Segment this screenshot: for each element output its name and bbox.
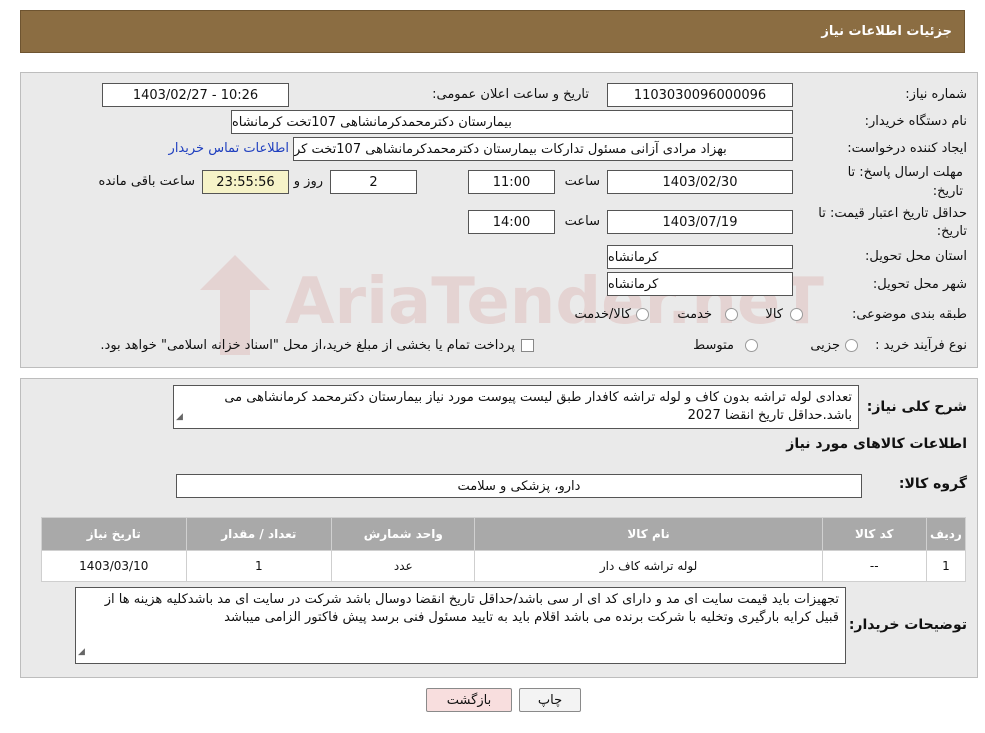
category-service-label: خدمت [677,307,712,322]
announce-label: تاریخ و ساعت اعلان عمومی: [432,87,589,102]
print-button[interactable]: چاپ [519,688,581,712]
cell-row: 1 [925,550,967,582]
creator-field: بهزاد مرادی آزانی مسئول تداركات بیمارستا… [293,137,793,161]
validity-time-field: 14:00 [468,210,555,234]
items-table: ردیف کد کالا نام کالا واحد شمارش تعداد /… [41,517,967,582]
process-medium-radio[interactable] [745,339,758,352]
category-goods-radio[interactable] [790,308,803,321]
city-label: شهر محل تحویل: [872,277,967,292]
cell-unit: عدد [331,550,476,582]
process-medium-label: متوسط [693,338,734,353]
creator-label: ایجاد کننده درخواست: [847,141,967,156]
cell-date: 1403/03/10 [41,550,187,582]
buyer-contact-link[interactable]: اطلاعات تماس خریدار [169,141,289,156]
province-field: کرمانشاه [607,245,793,269]
resize-grip-icon[interactable]: ◢ [78,643,85,661]
validity-time-label: ساعت [564,214,600,229]
description-text: تعدادی لوله تراشه بدون کاف و لوله تراشه … [224,390,852,423]
cell-qty: 1 [185,550,333,582]
category-goods-service-label: کالا/خدمت [574,307,631,322]
page-header: جزئیات اطلاعات نیاز [20,10,965,53]
treasury-checkbox[interactable] [521,339,534,352]
description-label: شرح کلی نیاز: [866,399,967,415]
remaining-time-label: ساعت باقی مانده [98,174,195,189]
remaining-time-field: 23:55:56 [202,170,289,194]
col-qty: تعداد / مقدار [185,517,333,551]
col-date: تاریخ نیاز [41,517,187,551]
cell-name: لوله تراشه کاف دار [474,550,823,582]
deadline-label: مهلت ارسال پاسخ: تا [847,165,963,180]
back-button[interactable]: بازگشت [426,688,512,712]
validity-label: حداقل تاریخ اعتبار قیمت: تا [818,206,967,221]
category-label: طبقه بندی موضوعی: [851,307,967,322]
category-goods-service-radio[interactable] [636,308,649,321]
col-name: نام کالا [474,517,823,551]
col-unit: واحد شمارش [331,517,476,551]
category-goods-label: کالا [765,307,783,322]
col-row: ردیف [925,517,967,551]
buyer-notes-label: توضیحات خریدار: [848,617,967,633]
province-label: استان محل تحویل: [865,249,967,264]
days-label: روز و [293,174,323,189]
buyer-notes-text: تجهیزات باید قیمت سایت ای مد و دارای کد … [104,592,839,625]
deadline-label-date: تاریخ: [932,184,963,199]
process-minor-label: جزیی [810,338,840,353]
validity-label-date: تاریخ: [936,224,967,239]
items-table-header: ردیف کد کالا نام کالا واحد شمارش تعداد /… [41,517,967,551]
buyer-label: نام دستگاه خریدار: [864,114,967,129]
buyer-notes-textarea[interactable]: تجهیزات باید قیمت سایت ای مد و دارای کد … [75,587,846,664]
process-note: پرداخت تمام یا بخشی از مبلغ خرید،از محل … [100,338,515,353]
process-minor-radio[interactable] [845,339,858,352]
deadline-time-label: ساعت [564,174,600,189]
need-number-label: شماره نیاز: [905,87,967,102]
announce-field: 1403/02/27 - 10:26 [102,83,289,107]
goods-group-field: دارو، پزشکی و سلامت [176,474,862,498]
col-code: کد کالا [821,517,927,551]
table-row: 1 -- لوله تراشه کاف دار عدد 1 1403/03/10 [41,550,967,582]
deadline-date-field: 1403/02/30 [607,170,793,194]
resize-grip-icon[interactable]: ◢ [176,408,183,426]
category-service-radio[interactable] [725,308,738,321]
goods-section-title: اطلاعات کالاهای مورد نیاز [786,436,967,452]
validity-date-field: 1403/07/19 [607,210,793,234]
page-title: جزئیات اطلاعات نیاز [821,24,952,39]
city-field: کرمانشاه [607,272,793,296]
need-number-field: 1103030096000096 [607,83,793,107]
goods-group-label: گروه کالا: [898,476,967,492]
days-field: 2 [330,170,417,194]
cell-code: -- [821,550,927,582]
description-textarea[interactable]: تعدادی لوله تراشه بدون کاف و لوله تراشه … [173,385,859,429]
deadline-time-field: 11:00 [468,170,555,194]
process-label: نوع فرآیند خرید : [875,338,967,353]
buyer-field: بیمارستان دکترمحمدکرمانشاهی 107تخت کرمان… [231,110,793,134]
